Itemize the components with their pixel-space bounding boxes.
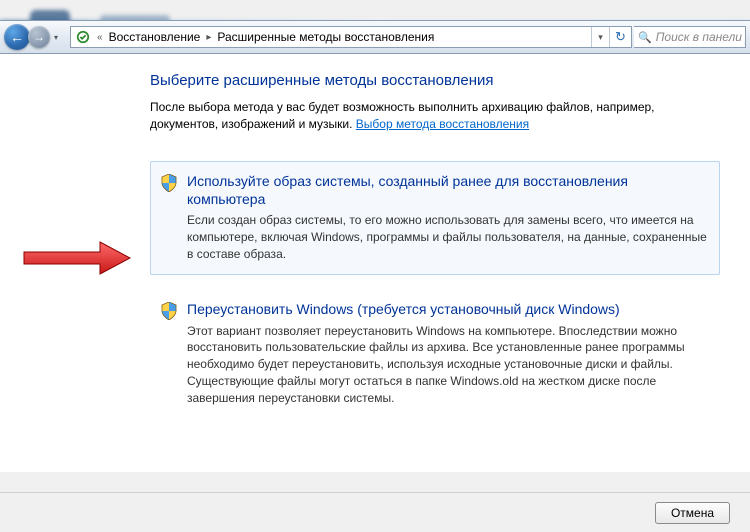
search-placeholder: Поиск в панели упра	[656, 30, 746, 44]
history-dropdown[interactable]: ▾	[50, 33, 62, 42]
breadcrumb-arrow-icon[interactable]: ▸	[204, 32, 213, 43]
breadcrumb-seg-1[interactable]: Восстановление	[105, 30, 205, 44]
shield-icon	[161, 302, 177, 320]
option-description: Этот вариант позволяет переустановить Wi…	[187, 323, 707, 407]
recovery-icon	[74, 28, 92, 46]
option-system-image[interactable]: Используйте образ системы, созданный ран…	[150, 161, 720, 276]
breadcrumb-prev[interactable]: «	[95, 32, 105, 43]
navigation-bar: ← → ▾ « Восстановление ▸ Расширенные мет…	[0, 20, 750, 54]
cancel-button[interactable]: Отмена	[655, 502, 730, 524]
annotation-arrow-icon	[22, 240, 132, 276]
search-input[interactable]: 🔍 Поиск в панели упра	[634, 26, 746, 48]
intro-paragraph: После выбора метода у вас будет возможно…	[150, 99, 720, 133]
intro-link[interactable]: Выбор метода восстановления	[356, 117, 529, 131]
options-list: Используйте образ системы, созданный ран…	[150, 161, 720, 420]
bottom-bar: Отмена	[0, 492, 750, 532]
refresh-button[interactable]: ↻	[609, 27, 631, 47]
nav-arrows: ← → ▾	[4, 24, 62, 50]
page-heading: Выберите расширенные методы восстановлен…	[150, 72, 720, 89]
option-title: Используйте образ системы, созданный ран…	[187, 172, 707, 208]
breadcrumb-seg-2[interactable]: Расширенные методы восстановления	[213, 30, 438, 44]
option-title: Переустановить Windows (требуется устано…	[187, 300, 707, 318]
chevron-down-icon: ▾	[598, 32, 603, 43]
option-description: Если создан образ системы, то его можно …	[187, 212, 707, 262]
refresh-icon: ↻	[615, 29, 626, 45]
address-bar[interactable]: « Восстановление ▸ Расширенные методы во…	[70, 26, 632, 48]
content-area: Выберите расширенные методы восстановлен…	[0, 54, 750, 472]
chevron-down-icon: ▾	[54, 33, 58, 42]
option-reinstall-windows[interactable]: Переустановить Windows (требуется устано…	[150, 289, 720, 419]
back-button[interactable]: ←	[4, 24, 30, 50]
forward-button[interactable]: →	[28, 26, 50, 48]
arrow-right-icon: →	[33, 30, 45, 44]
address-dropdown[interactable]: ▾	[591, 27, 609, 47]
shield-icon	[161, 174, 177, 192]
arrow-left-icon: ←	[10, 29, 24, 45]
search-icon: 🔍	[638, 31, 652, 44]
